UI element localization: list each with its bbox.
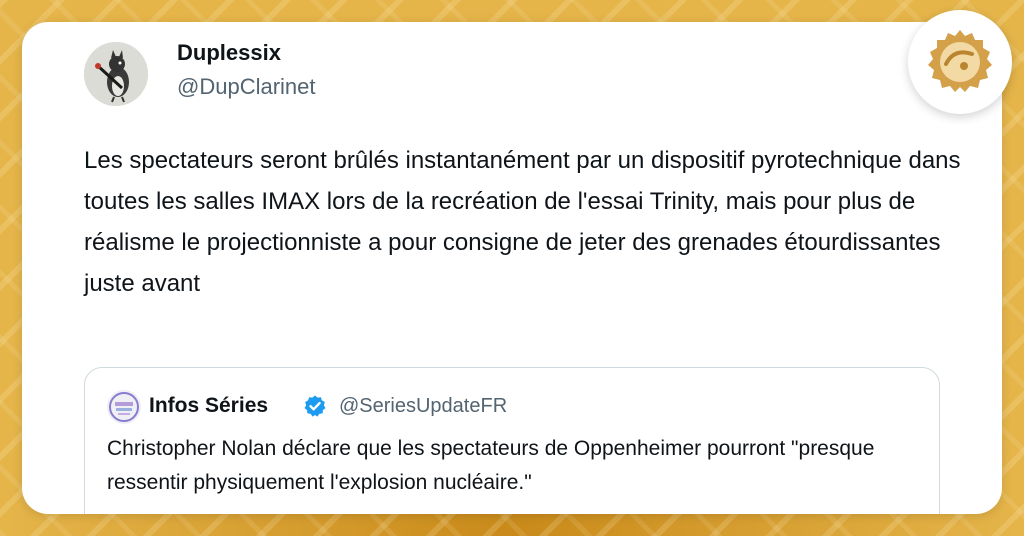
- author-display-name[interactable]: Duplessix: [177, 40, 281, 66]
- tweet-card: Duplessix @DupClarinet Les spectateurs s…: [22, 22, 1002, 514]
- brand-logo-icon: [928, 30, 992, 92]
- brand-logo-badge: [908, 10, 1012, 114]
- quoted-tweet[interactable]: Infos Séries @SeriesUpdateFR Christopher…: [84, 367, 940, 514]
- quoted-author-handle[interactable]: @SeriesUpdateFR: [339, 395, 507, 418]
- tweet-text: Les spectateurs seront brûlés instantané…: [84, 147, 961, 297]
- quoted-author-display-name[interactable]: Infos Séries: [149, 394, 268, 418]
- series-logo-avatar-icon: [107, 390, 141, 424]
- quoted-author-avatar[interactable]: [107, 390, 141, 424]
- author-avatar[interactable]: [84, 42, 148, 106]
- verified-badge-icon: [303, 394, 327, 418]
- quoted-tweet-text: Christopher Nolan déclare que les specta…: [107, 437, 875, 494]
- author-handle[interactable]: @DupClarinet: [177, 74, 316, 100]
- bird-clarinet-avatar-icon: [84, 42, 148, 106]
